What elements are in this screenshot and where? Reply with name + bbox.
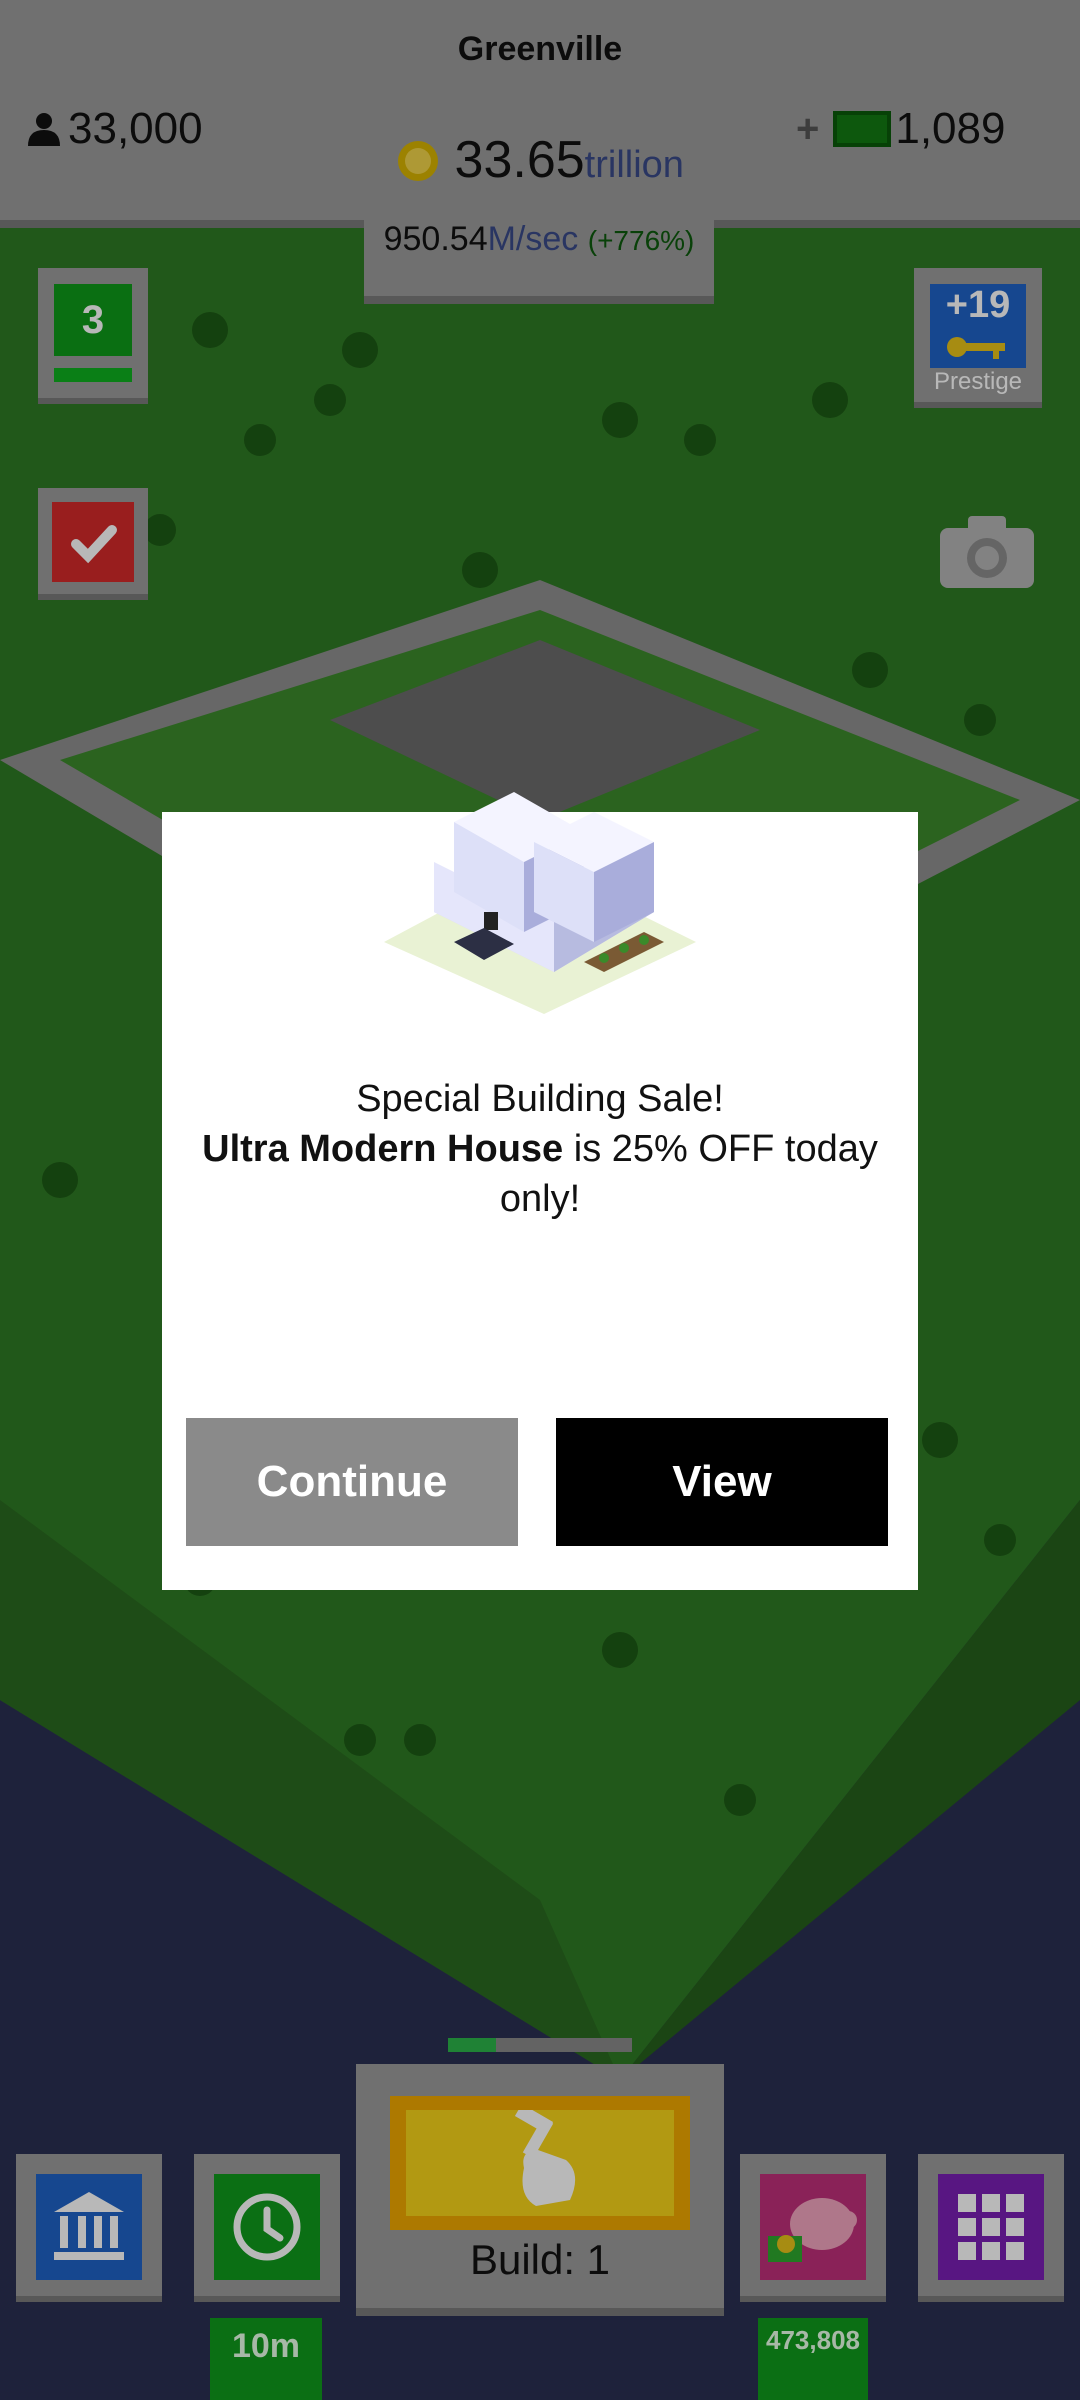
view-button[interactable]: View: [556, 1418, 888, 1546]
ultra-modern-house-image: [384, 792, 696, 1014]
sale-message: Special Building Sale! Ultra Modern Hous…: [202, 1074, 878, 1224]
sale-title: Special Building Sale!: [356, 1078, 724, 1120]
continue-button[interactable]: Continue: [186, 1418, 518, 1546]
sale-offer: Ultra Modern House is 25% OFF today only…: [202, 1124, 878, 1224]
building-name: Ultra Modern House: [202, 1128, 564, 1170]
sale-dialog: Special Building Sale! Ultra Modern Hous…: [162, 792, 918, 1590]
